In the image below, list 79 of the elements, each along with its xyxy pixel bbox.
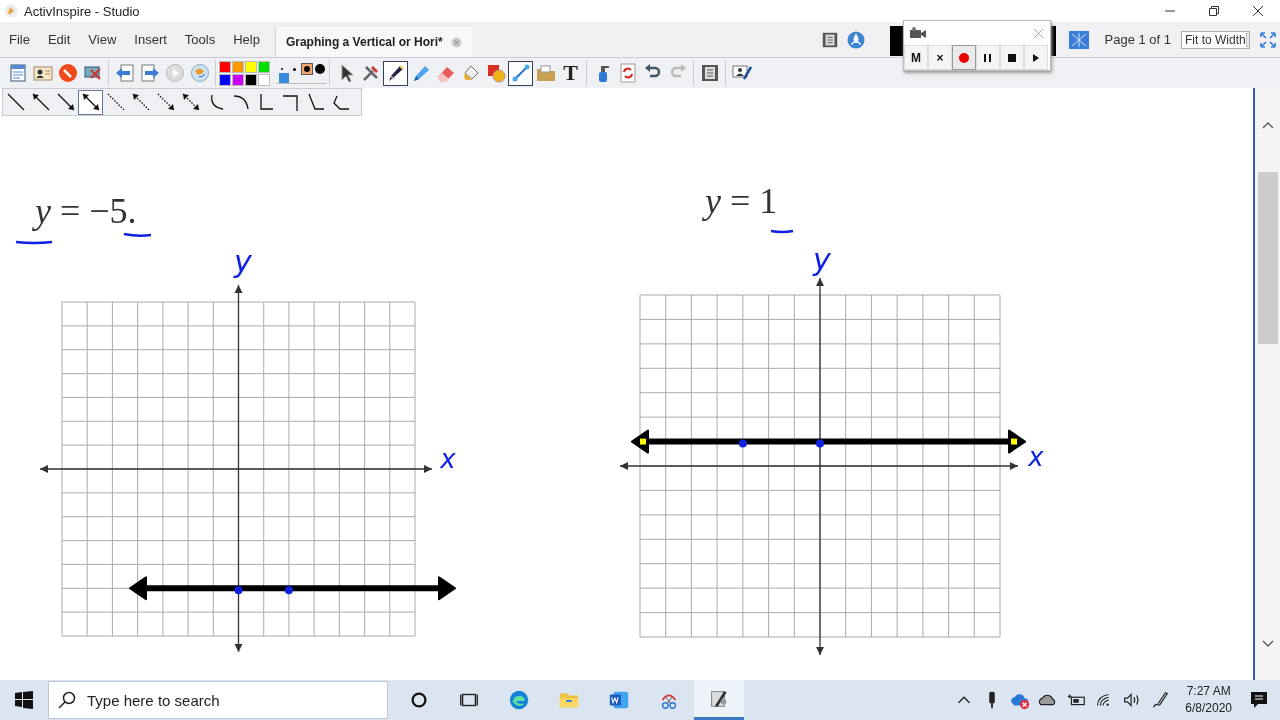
rocket-icon bbox=[846, 30, 865, 49]
menu-item[interactable]: File bbox=[0, 32, 39, 47]
stop-icon bbox=[1008, 53, 1016, 62]
color-swatch[interactable] bbox=[219, 60, 231, 73]
recorder-button[interactable]: × bbox=[928, 45, 952, 70]
document-app-icon[interactable] bbox=[608, 689, 630, 711]
menu-item[interactable]: View bbox=[79, 32, 126, 47]
color-swatch[interactable] bbox=[232, 60, 244, 73]
network-icon[interactable] bbox=[1068, 30, 1089, 49]
slider-thumb[interactable] bbox=[278, 72, 289, 83]
axis-label: y bbox=[234, 244, 252, 279]
endpoint-handle[interactable] bbox=[1011, 438, 1017, 445]
folder-icon bbox=[535, 63, 556, 83]
axis-label: x bbox=[1028, 442, 1044, 472]
zoom-select[interactable]: Fit to Width bbox=[1181, 30, 1250, 49]
tool-button[interactable] bbox=[508, 60, 533, 86]
pen-circle-icon bbox=[57, 63, 78, 83]
clock-time: 7:27 AM bbox=[1186, 683, 1231, 700]
axis-label: x bbox=[440, 444, 456, 474]
underline-mark bbox=[15, 240, 53, 245]
graphed-line[interactable] bbox=[631, 429, 1026, 454]
menu-item[interactable]: Edit bbox=[38, 32, 80, 47]
id-card-icon bbox=[32, 63, 53, 83]
pen-size-option[interactable] bbox=[301, 63, 314, 75]
color-swatch[interactable] bbox=[219, 73, 231, 86]
page-icon bbox=[820, 30, 839, 49]
stop-button[interactable] bbox=[1000, 45, 1024, 70]
scrollbar[interactable] bbox=[1253, 88, 1280, 680]
page-refresh-icon bbox=[617, 63, 638, 83]
menu-item[interactable]: Help bbox=[224, 32, 269, 47]
point-marker bbox=[234, 586, 243, 595]
fullscreen-icon[interactable] bbox=[1260, 31, 1276, 48]
axis-label: y bbox=[813, 242, 831, 277]
globe-icon bbox=[189, 63, 210, 83]
underline-mark bbox=[770, 229, 794, 234]
notification-icon[interactable] bbox=[1250, 691, 1268, 709]
play-button[interactable] bbox=[1024, 45, 1048, 70]
point-marker bbox=[738, 439, 747, 448]
page-forward-icon bbox=[139, 63, 160, 83]
pen-size-option[interactable] bbox=[313, 63, 326, 75]
menu-item[interactable]: Tools bbox=[175, 32, 225, 47]
close-icon[interactable] bbox=[1252, 5, 1264, 17]
color-swatch[interactable] bbox=[258, 73, 270, 86]
record-icon bbox=[959, 52, 969, 63]
page-back-icon bbox=[114, 63, 135, 83]
windows-start-icon[interactable] bbox=[15, 691, 33, 709]
browser-icon[interactable] bbox=[508, 689, 530, 711]
record-button[interactable] bbox=[952, 45, 976, 70]
play-icon bbox=[1033, 53, 1039, 62]
menu-item[interactable]: Insert bbox=[125, 32, 176, 47]
camera-icon bbox=[910, 27, 926, 39]
text-tool-button[interactable]: T bbox=[558, 60, 583, 86]
shapes-icon bbox=[485, 63, 506, 83]
tool-button[interactable] bbox=[383, 60, 408, 86]
graphed-line[interactable] bbox=[129, 576, 456, 601]
search-field[interactable]: Type here to search bbox=[48, 681, 388, 719]
point-marker bbox=[284, 586, 293, 595]
page-indicator: Page 1 of 1 bbox=[1104, 32, 1171, 47]
color-swatch[interactable] bbox=[232, 73, 244, 86]
window-list-icon bbox=[7, 63, 28, 83]
color-swatch[interactable] bbox=[258, 60, 270, 73]
color-swatch[interactable] bbox=[245, 60, 257, 73]
line-icon bbox=[510, 63, 531, 83]
endpoint-handle[interactable] bbox=[640, 438, 646, 445]
app-logo-icon bbox=[4, 4, 18, 18]
search-icon bbox=[58, 691, 76, 709]
page-icon bbox=[699, 63, 720, 83]
document-tab[interactable]: Graphing a Vertical or Hori* bbox=[274, 27, 472, 57]
play-icon bbox=[164, 63, 185, 83]
pause-button[interactable] bbox=[976, 45, 1000, 70]
color-swatch[interactable] bbox=[245, 73, 257, 86]
pause-icon bbox=[984, 53, 992, 62]
underline-mark bbox=[123, 232, 152, 238]
recorder-button[interactable]: M bbox=[904, 45, 928, 70]
line-style-button[interactable] bbox=[78, 89, 103, 115]
restore-icon[interactable] bbox=[1208, 5, 1220, 17]
clock-date: 6/8/2020 bbox=[1185, 700, 1232, 717]
point-marker bbox=[816, 439, 824, 448]
window-title: ActivInspire - Studio bbox=[24, 3, 141, 19]
